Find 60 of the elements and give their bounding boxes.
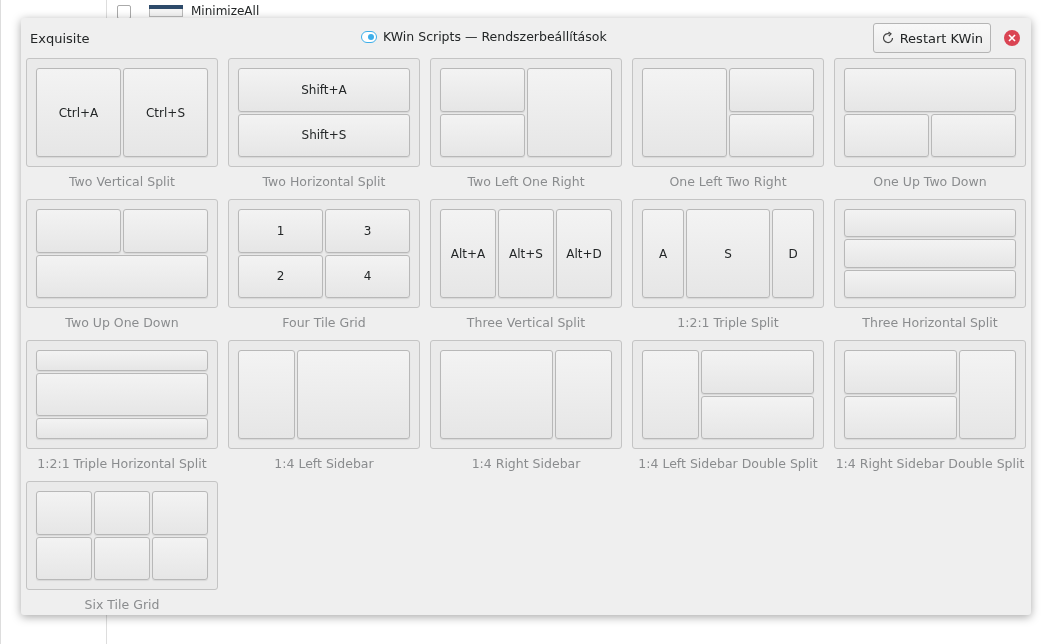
layout-tile[interactable] — [430, 340, 622, 449]
shortcut-label: D — [788, 246, 798, 261]
shortcut-label: 4 — [363, 269, 372, 284]
layout-tile[interactable] — [430, 58, 622, 167]
checkbox[interactable] — [117, 5, 131, 19]
close-icon[interactable] — [1003, 29, 1021, 47]
layout-name: One Up Two Down — [873, 174, 987, 189]
layout-tile[interactable] — [834, 58, 1026, 167]
shortcut-label: Shift+S — [301, 128, 347, 143]
zone — [36, 491, 92, 535]
layout-tile[interactable] — [26, 340, 218, 449]
zone — [94, 491, 150, 535]
shortcut-label: 1 — [276, 223, 285, 238]
layout-name: 1:2:1 Triple Split — [677, 315, 779, 330]
layout-name: Three Horizontal Split — [862, 315, 998, 330]
toggle-icon — [361, 30, 377, 43]
layout-name: 1:2:1 Triple Horizontal Split — [37, 456, 207, 471]
layout-name: Two Up One Down — [65, 315, 179, 330]
layout-tile[interactable] — [26, 199, 218, 308]
shortcut-label: Alt+S — [509, 246, 543, 261]
shortcut-label: Alt+D — [566, 246, 602, 261]
restart-button[interactable]: Restart KWin — [872, 23, 991, 53]
layout-name: 1:4 Right Sidebar — [471, 456, 581, 471]
layout-tile[interactable]: 1 3 2 4 — [228, 199, 420, 308]
layout-name: Three Vertical Split — [466, 315, 586, 330]
layout-name: Two Horizontal Split — [262, 174, 386, 189]
layout-name: 1:4 Right Sidebar Double Split — [835, 456, 1025, 471]
shortcut-label: 2 — [276, 269, 285, 284]
shortcut-label: Alt+A — [450, 246, 486, 261]
layout-name: Six Tile Grid — [84, 597, 160, 612]
layout-name: Two Left One Right — [467, 174, 585, 189]
layout-tile[interactable] — [632, 58, 824, 167]
reload-icon — [880, 31, 895, 45]
shortcut-label: A — [658, 246, 668, 261]
layout-tile[interactable] — [632, 340, 824, 449]
layout-name: Two Vertical Split — [69, 174, 175, 189]
zone — [152, 491, 208, 535]
shortcut-label: 3 — [363, 223, 372, 238]
layout-tile[interactable] — [834, 340, 1026, 449]
shortcut-label: Ctrl+A — [58, 105, 99, 120]
zone — [94, 536, 150, 580]
layout-tile[interactable]: A S D — [632, 199, 824, 308]
layout-tile[interactable]: Alt+A Alt+S Alt+D — [430, 199, 622, 308]
layout-name: One Left Two Right — [669, 174, 787, 189]
layout-name: 1:4 Left Sidebar — [274, 456, 374, 471]
layout-tile[interactable] — [26, 481, 218, 590]
shortcut-label: Shift+A — [301, 82, 347, 97]
script-title: MinimizeAll — [191, 4, 260, 18]
window-title: KWin Scripts — Rendszerbeállítások — [383, 29, 607, 44]
zone — [152, 536, 208, 580]
layout-name: 1:4 Left Sidebar Double Split — [638, 456, 818, 471]
shortcut-label: S — [724, 246, 732, 261]
layout-tile[interactable]: Ctrl+A Ctrl+S — [26, 58, 218, 167]
shortcut-label: Ctrl+S — [146, 105, 185, 120]
layout-name: Four Tile Grid — [282, 315, 366, 330]
layout-tile[interactable] — [228, 340, 420, 449]
layout-tile[interactable] — [834, 199, 1026, 308]
layout-tile[interactable]: Shift+A Shift+S — [228, 58, 420, 167]
zone — [36, 536, 92, 580]
app-name: Exquisite — [30, 30, 90, 46]
